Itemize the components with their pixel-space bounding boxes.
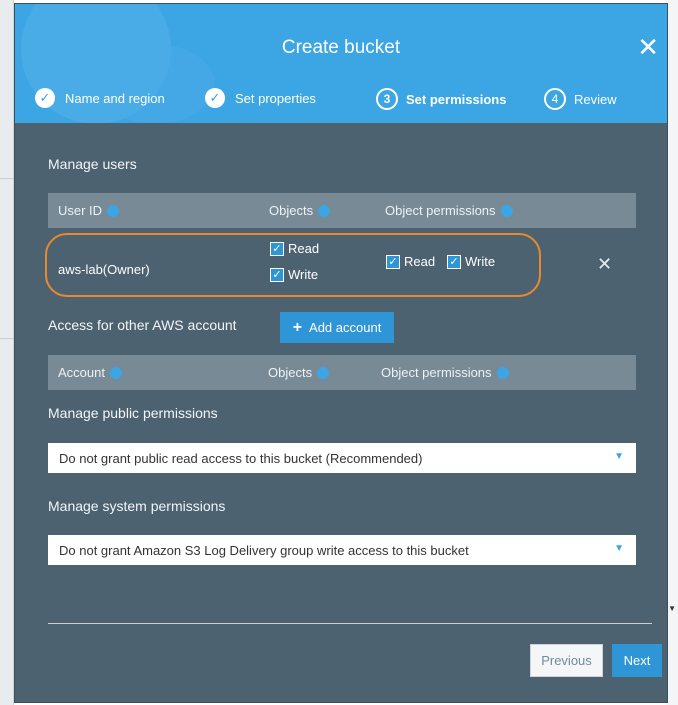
other-account-heading: Access for other AWS account [48,317,237,333]
system-permissions-heading: Manage system permissions [48,498,226,514]
info-icon[interactable] [500,204,513,217]
column-user-id: User ID [58,193,120,228]
owner-user-id: aws-lab(Owner) [58,262,150,277]
next-button[interactable]: Next [612,644,662,677]
footer-divider [48,623,652,624]
add-account-label: Add account [309,320,382,335]
background-divider [0,178,14,179]
public-permissions-value: Do not grant public read access to this … [59,450,423,466]
chevron-down-icon: ▼ [614,543,624,554]
column-account: Account [58,355,122,390]
check-icon: ✓ [35,88,55,108]
permissions-read-checkbox[interactable]: ✓ Read [386,254,435,269]
system-permissions-value: Do not grant Amazon S3 Log Delivery grou… [59,542,469,558]
checkbox-label: Write [465,254,496,269]
public-permissions-select[interactable]: Do not grant public read access to this … [48,443,636,473]
background-page-left [0,0,14,705]
system-permissions-select[interactable]: Do not grant Amazon S3 Log Delivery grou… [48,535,636,565]
checkbox-label: Write [288,267,319,282]
accounts-table-header: Account Objects Object permissions [48,355,636,390]
step-number: 3 [376,88,398,110]
checkbox-label: Read [404,254,436,269]
close-icon[interactable]: ✕ [637,34,659,60]
dialog-header: Create bucket ✕ ✓ Name and region ✓ Set … [15,4,667,123]
info-icon[interactable] [107,204,120,217]
objects-write-checkbox[interactable]: ✓ Write [270,267,318,282]
step-label: Review [574,91,617,107]
step-label: Name and region [65,90,165,106]
users-table-header: User ID Objects Object permissions [48,193,636,228]
plus-icon: + [292,318,303,336]
step-name-and-region[interactable]: ✓ Name and region [35,88,165,108]
checkbox-checked-icon: ✓ [447,254,461,269]
permissions-write-checkbox[interactable]: ✓ Write [447,254,495,269]
create-bucket-dialog: Create bucket ✕ ✓ Name and region ✓ Set … [14,3,668,703]
previous-button[interactable]: Previous [530,644,603,677]
step-set-properties[interactable]: ✓ Set properties [205,88,316,108]
checkbox-checked-icon: ✓ [270,267,284,282]
scroll-down-icon[interactable]: ▼ [668,604,676,613]
objects-read-checkbox[interactable]: ✓ Read [270,241,319,256]
info-icon[interactable] [496,366,509,379]
checkbox-checked-icon: ✓ [270,241,284,256]
checkbox-checked-icon: ✓ [386,254,400,269]
checkbox-label: Read [288,241,320,256]
info-icon[interactable] [318,204,331,217]
add-account-button[interactable]: + Add account [280,312,394,343]
step-number: 4 [544,88,566,110]
public-permissions-heading: Manage public permissions [48,405,218,421]
remove-user-icon[interactable]: ✕ [597,254,612,275]
chevron-down-icon: ▼ [614,451,624,462]
step-set-permissions[interactable]: 3 Set permissions [376,88,506,110]
column-object-permissions: Object permissions [381,355,509,390]
column-object-permissions: Object permissions [385,193,513,228]
column-objects: Objects [268,355,330,390]
info-icon[interactable] [317,366,330,379]
info-icon[interactable] [109,366,122,379]
step-label: Set properties [235,90,316,106]
manage-users-heading: Manage users [48,156,137,172]
step-label: Set permissions [406,91,507,107]
dialog-title: Create bucket [281,37,401,58]
wizard-steps: ✓ Name and region ✓ Set properties 3 Set… [15,88,667,112]
check-icon: ✓ [205,88,225,108]
column-objects: Objects [269,193,331,228]
background-divider [0,338,14,339]
step-review[interactable]: 4 Review [544,88,617,110]
